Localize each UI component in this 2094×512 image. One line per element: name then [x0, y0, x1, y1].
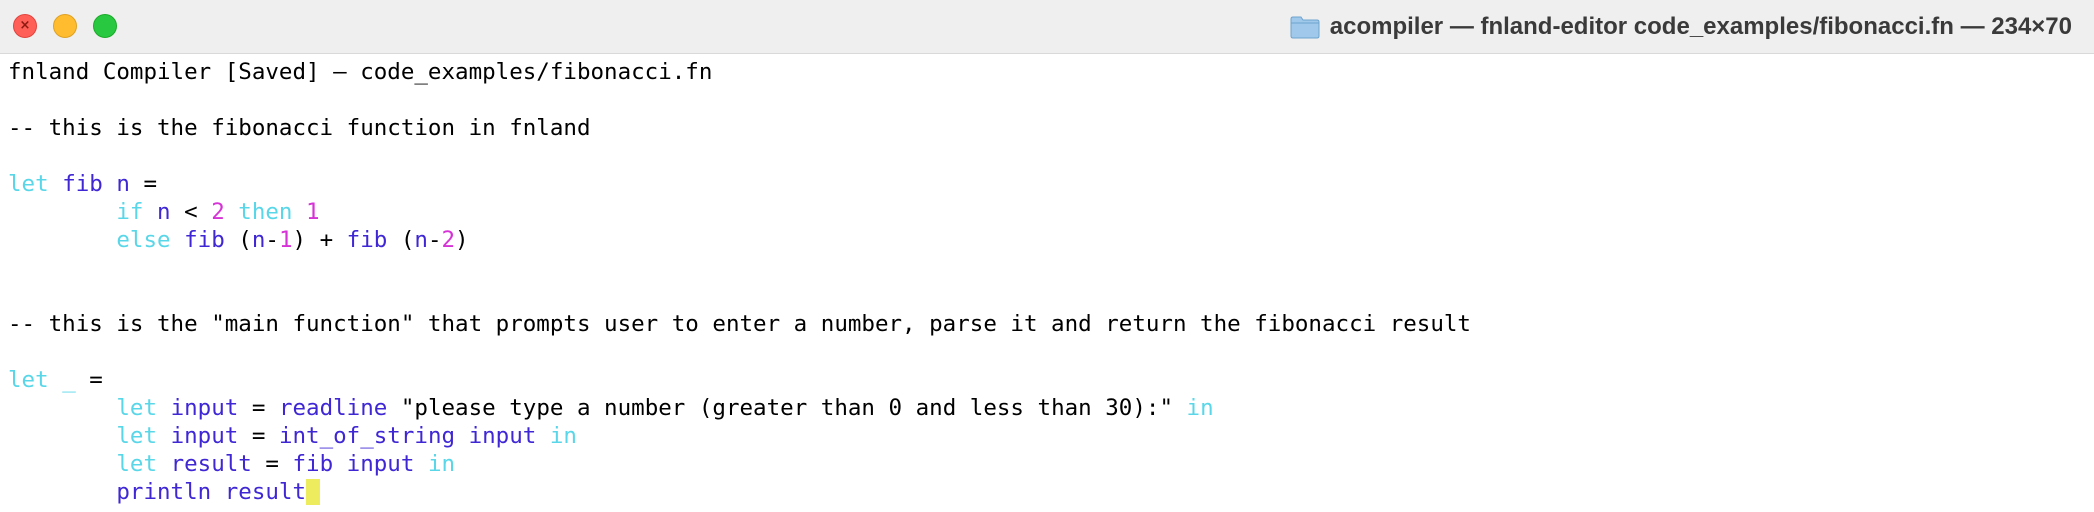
code-token: = — [75, 367, 103, 393]
code-token: "please type a number (greater than 0 an… — [387, 395, 1187, 421]
code-line[interactable] — [8, 282, 2088, 310]
code-token: -- this is the fibonacci function in fnl… — [8, 115, 591, 141]
code-token: 1 — [306, 199, 320, 225]
code-token: fib — [292, 451, 334, 477]
code-line[interactable] — [8, 86, 2088, 114]
code-token: = — [129, 171, 158, 197]
code-token: n — [116, 171, 130, 197]
code-token: ( — [387, 227, 415, 253]
code-token: = — [238, 395, 279, 421]
code-line[interactable]: let input = int_of_string input in — [8, 422, 2088, 450]
code-token: - — [427, 227, 442, 253]
code-line[interactable] — [8, 338, 2088, 366]
code-token: in — [427, 451, 456, 477]
code-line[interactable]: let _ = — [8, 366, 2088, 394]
code-token: = — [251, 451, 293, 477]
code-token: println — [116, 479, 212, 505]
code-line[interactable] — [8, 254, 2088, 282]
code-token: input — [468, 423, 537, 449]
code-token: input — [170, 423, 239, 449]
zoom-button[interactable] — [93, 14, 117, 38]
close-button[interactable]: × — [13, 14, 37, 38]
code-token: result — [170, 451, 252, 477]
window-title: acompiler — fnland-editor code_examples/… — [1329, 13, 2072, 40]
code-token: n — [157, 199, 171, 225]
code-token: ) + — [292, 227, 347, 253]
code-token: fib — [62, 171, 103, 197]
code-token: in — [1186, 395, 1214, 421]
code-token: input — [346, 451, 415, 477]
code-line[interactable]: let input = readline "please type a numb… — [8, 394, 2088, 422]
text-cursor — [306, 479, 320, 505]
code-token: if — [116, 199, 144, 225]
code-token: else — [116, 227, 171, 253]
code-token: fib — [184, 227, 225, 253]
code-token: = — [238, 423, 279, 449]
code-token: -- this is the "main function" that prom… — [8, 311, 1471, 337]
code-token: int_of_string — [278, 423, 456, 449]
minimize-button[interactable] — [53, 14, 77, 38]
code-token: readline — [278, 395, 388, 421]
code-line[interactable]: let result = fib input in — [8, 450, 2088, 478]
code-token: input — [170, 395, 239, 421]
code-token: 1 — [278, 227, 293, 253]
code-line[interactable]: if n < 2 then 1 — [8, 198, 2088, 226]
code-token: ) — [455, 227, 469, 253]
code-token: 2 — [441, 227, 456, 253]
code-token: result — [224, 479, 307, 505]
code-token: fnland Compiler [Saved] — code_examples/… — [8, 59, 713, 85]
code-line[interactable] — [8, 142, 2088, 170]
close-icon: × — [19, 18, 31, 33]
folder-icon — [1290, 16, 1320, 39]
code-editor[interactable]: fnland Compiler [Saved] — code_examples/… — [8, 58, 2088, 506]
code-token: < — [170, 199, 212, 225]
code-line[interactable]: fnland Compiler [Saved] — code_examples/… — [8, 58, 2088, 86]
code-token: n — [251, 227, 266, 253]
code-token: _ — [62, 367, 76, 393]
code-token: fib — [346, 227, 388, 253]
code-token: - — [265, 227, 279, 253]
code-token: let — [116, 395, 158, 421]
code-token: in — [549, 423, 577, 449]
code-line[interactable]: println result — [8, 478, 2088, 506]
code-token: 2 — [211, 199, 225, 225]
code-token: then — [238, 199, 293, 225]
window-title-group: acompiler — fnland-editor code_examples/… — [1290, 8, 2072, 46]
code-token: let — [116, 423, 158, 449]
code-token: ( — [224, 227, 252, 253]
code-line[interactable]: -- this is the "main function" that prom… — [8, 310, 2088, 338]
code-line[interactable]: else fib (n-1) + fib (n-2) — [8, 226, 2088, 254]
code-line[interactable]: let fib n = — [8, 170, 2088, 198]
window-titlebar[interactable]: × acompiler — fnland-editor code_example… — [0, 0, 2094, 54]
code-token: n — [414, 227, 428, 253]
code-line[interactable]: -- this is the fibonacci function in fnl… — [8, 114, 2088, 142]
code-token: let — [8, 367, 49, 393]
code-token: let — [116, 451, 158, 477]
code-token: let — [8, 171, 49, 197]
